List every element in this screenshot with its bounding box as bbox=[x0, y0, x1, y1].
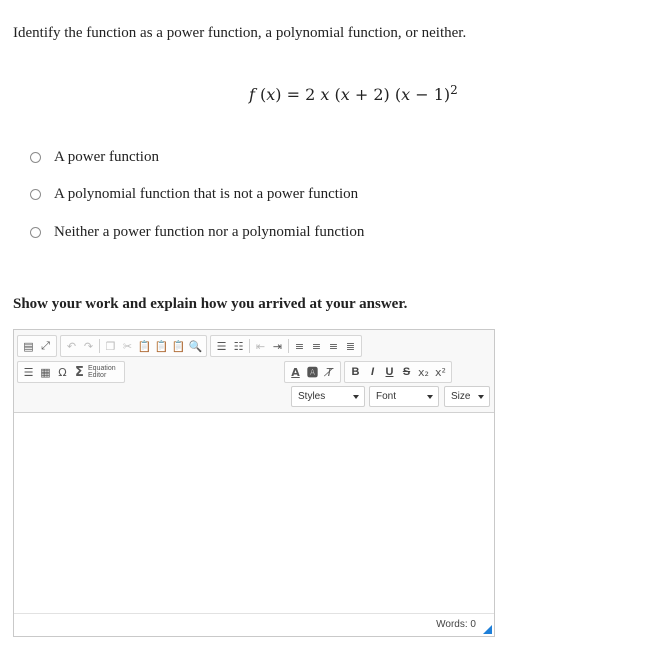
editor-label: Editor bbox=[88, 372, 107, 379]
font-label: Font bbox=[376, 391, 397, 402]
option-neither[interactable]: Neither a power function nor a polynomia… bbox=[30, 224, 364, 241]
option-polynomial-not-power[interactable]: A polynomial function that is not a powe… bbox=[30, 186, 358, 203]
toolbar-group-format: B I U S x₂ x² bbox=[344, 361, 452, 383]
radio-button[interactable] bbox=[30, 189, 41, 200]
align-center-icon[interactable]: ≡ bbox=[308, 337, 325, 355]
option-power-function[interactable]: A power function bbox=[30, 149, 159, 166]
find-icon[interactable]: 🔍 bbox=[187, 337, 204, 355]
chevron-down-icon bbox=[427, 395, 433, 399]
rich-text-editor[interactable]: ▤ ⤢ ↶ ↷ ❐ ✂ 📋 📋 📋 🔍 ☰ ☷ ⇤ ⇥ ≡ ≡ ≡ ≣ ☰ ▦ … bbox=[13, 329, 495, 637]
editor-toolbar: ▤ ⤢ ↶ ↷ ❐ ✂ 📋 📋 📋 🔍 ☰ ☷ ⇤ ⇥ ≡ ≡ ≡ ≣ ☰ ▦ … bbox=[14, 330, 494, 413]
paste-icon[interactable]: 📋 bbox=[136, 337, 153, 355]
toolbar-group-colors: A 🅰 T̸ bbox=[284, 361, 341, 383]
size-dropdown[interactable]: Size bbox=[444, 386, 490, 407]
formula-part: ( bbox=[254, 85, 267, 104]
formula-part: ( bbox=[329, 85, 341, 104]
option-label: Neither a power function nor a polynomia… bbox=[54, 224, 365, 240]
align-justify-icon[interactable]: ≣ bbox=[342, 337, 359, 355]
editor-content-area[interactable] bbox=[14, 413, 494, 613]
copy-icon[interactable]: ❐ bbox=[102, 337, 119, 355]
toolbar-group-clipboard: ↶ ↷ ❐ ✂ 📋 📋 📋 🔍 bbox=[60, 335, 207, 357]
work-prompt: Show your work and explain how you arriv… bbox=[13, 296, 408, 312]
formula-x: x bbox=[340, 85, 350, 104]
horizontal-line-icon[interactable]: ☰ bbox=[20, 363, 37, 381]
resize-handle-icon[interactable] bbox=[483, 625, 492, 634]
strike-button[interactable]: S bbox=[398, 363, 415, 381]
option-label: A power function bbox=[54, 149, 159, 165]
chevron-down-icon bbox=[478, 395, 484, 399]
question-prompt: Identify the function as a power functio… bbox=[13, 25, 467, 41]
bulleted-list-icon[interactable]: ☷ bbox=[230, 337, 247, 355]
maximize-icon[interactable]: ⤢ bbox=[37, 337, 54, 355]
paste-text-icon[interactable]: 📋 bbox=[153, 337, 170, 355]
subscript-icon[interactable]: x₂ bbox=[415, 363, 432, 381]
underline-button[interactable]: U bbox=[381, 363, 398, 381]
special-char-icon[interactable]: Ω bbox=[54, 363, 71, 381]
undo-icon[interactable]: ↶ bbox=[63, 337, 80, 355]
formula-exponent: 2 bbox=[450, 83, 458, 97]
formula-part: ) = 2 bbox=[275, 85, 321, 104]
toolbar-group-view: ▤ ⤢ bbox=[17, 335, 57, 357]
bold-button[interactable]: B bbox=[347, 363, 364, 381]
source-icon[interactable]: ▤ bbox=[20, 337, 37, 355]
function-formula: f (x) = 2 x (x + 2) (x − 1)2 bbox=[249, 83, 458, 104]
equation-editor-button[interactable]: Equation Editor bbox=[88, 365, 122, 379]
font-dropdown[interactable]: Font bbox=[369, 386, 439, 407]
equation-label: Equation bbox=[88, 365, 116, 372]
background-color-icon[interactable]: 🅰 bbox=[304, 363, 321, 381]
styles-dropdown[interactable]: Styles bbox=[291, 386, 365, 407]
toolbar-group-insert: ☰ ▦ Ω Σ Equation Editor bbox=[17, 361, 125, 383]
editor-status-bar: Words: 0 bbox=[14, 613, 494, 636]
radio-button[interactable] bbox=[30, 227, 41, 238]
formula-part: − 1) bbox=[410, 85, 451, 104]
radio-button[interactable] bbox=[30, 152, 41, 163]
numbered-list-icon[interactable]: ☰ bbox=[213, 337, 230, 355]
redo-icon[interactable]: ↷ bbox=[80, 337, 97, 355]
formula-part: + 2) ( bbox=[349, 85, 402, 104]
toolbar-group-paragraph: ☰ ☷ ⇤ ⇥ ≡ ≡ ≡ ≣ bbox=[210, 335, 362, 357]
size-label: Size bbox=[451, 391, 471, 402]
chevron-down-icon bbox=[353, 395, 359, 399]
option-label: A polynomial function that is not a powe… bbox=[54, 186, 359, 202]
formula-x: x bbox=[401, 85, 411, 104]
paste-word-icon[interactable]: 📋 bbox=[170, 337, 187, 355]
superscript-icon[interactable]: x² bbox=[432, 363, 449, 381]
sigma-icon[interactable]: Σ bbox=[71, 363, 88, 381]
styles-label: Styles bbox=[298, 391, 326, 402]
text-color-icon[interactable]: A bbox=[287, 363, 304, 381]
outdent-icon[interactable]: ⇤ bbox=[252, 337, 269, 355]
table-icon[interactable]: ▦ bbox=[37, 363, 54, 381]
italic-button[interactable]: I bbox=[364, 363, 381, 381]
formula-x: x bbox=[266, 85, 276, 104]
indent-icon[interactable]: ⇥ bbox=[269, 337, 286, 355]
remove-format-icon[interactable]: T̸ bbox=[321, 363, 338, 381]
align-right-icon[interactable]: ≡ bbox=[325, 337, 342, 355]
word-count: Words: 0 bbox=[436, 619, 476, 630]
align-left-icon[interactable]: ≡ bbox=[291, 337, 308, 355]
cut-icon[interactable]: ✂ bbox=[119, 337, 136, 355]
